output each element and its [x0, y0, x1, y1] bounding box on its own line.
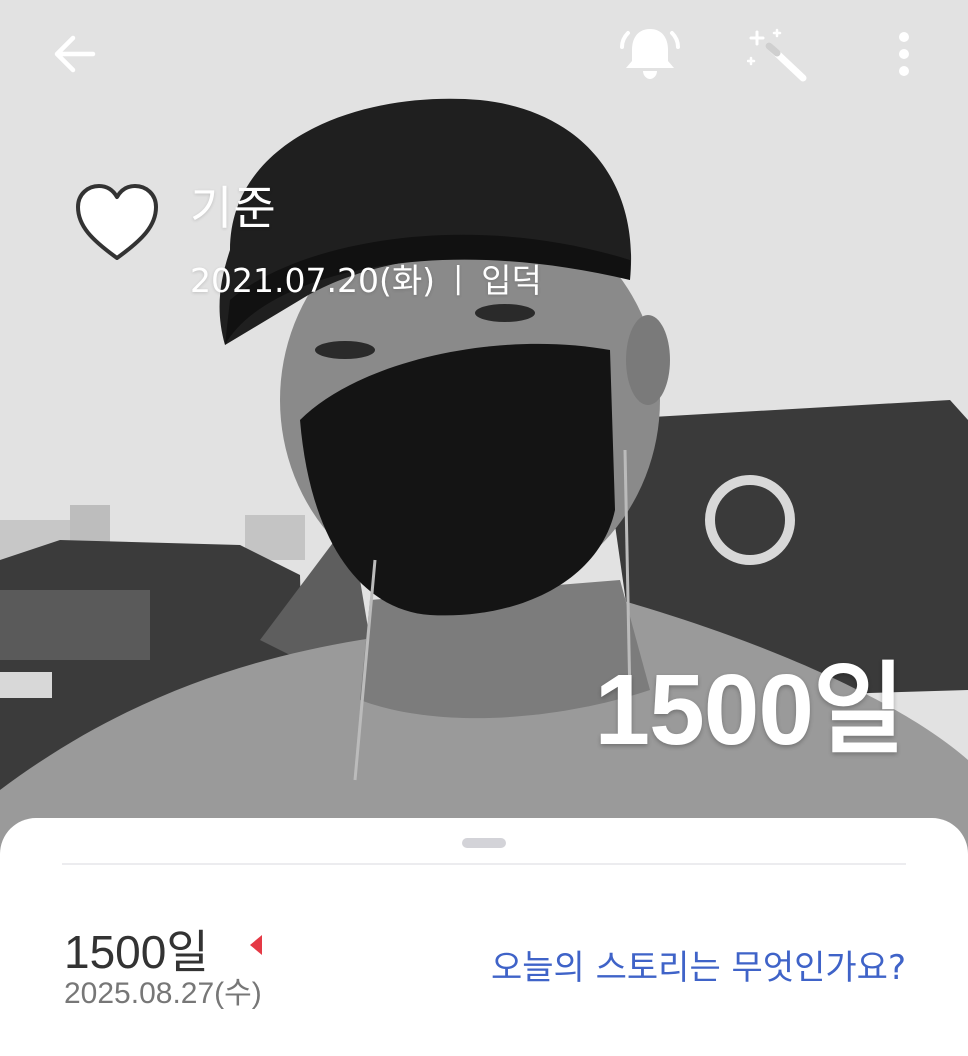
notification-button[interactable]: [612, 20, 688, 84]
cover-photo: 기준 2021.07.20(화) | 입덕 1500일: [0, 0, 968, 860]
profile-name: 기준: [190, 181, 277, 235]
subtitle-separator: |: [453, 260, 464, 296]
day-count-overlay: 1500일: [594, 654, 905, 766]
magic-wand-button[interactable]: [742, 26, 814, 84]
more-vertical-icon: [899, 32, 909, 76]
bottom-sheet: 1500일 오늘의 스토리는 무엇인가요?: [0, 818, 968, 1056]
back-button[interactable]: [44, 26, 104, 82]
day-date-label: 2025.08.27(수): [64, 977, 262, 1010]
profile-status: 입덕: [481, 261, 542, 300]
magic-wand-icon: [747, 28, 807, 82]
favorite-button[interactable]: [72, 180, 162, 264]
arrow-left-icon: [54, 35, 96, 73]
enlist-date: 2021.07.20(화): [190, 261, 436, 300]
profile-subtitle: 2021.07.20(화) | 입덕: [190, 254, 542, 302]
day-marker-icon: [250, 935, 262, 955]
sheet-drag-handle[interactable]: [462, 838, 506, 848]
story-prompt-link[interactable]: 오늘의 스토리는 무엇인가요?: [491, 940, 906, 989]
bell-icon: [620, 29, 680, 79]
heart-outline-icon: [76, 184, 158, 260]
more-options-button[interactable]: [880, 24, 928, 84]
sheet-divider: [62, 863, 906, 865]
